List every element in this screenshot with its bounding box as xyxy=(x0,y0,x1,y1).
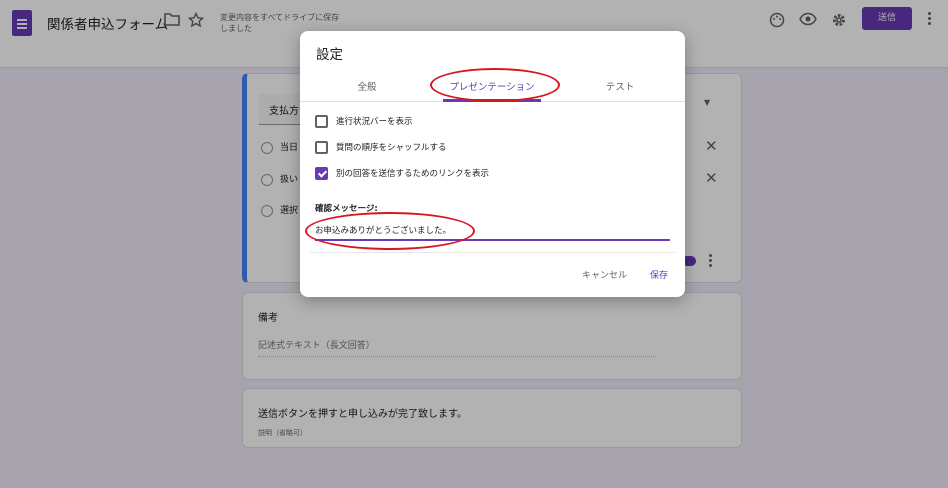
tab-general[interactable]: 全般 xyxy=(352,79,382,93)
shuffle-questions-checkbox-row[interactable]: 質問の順序をシャッフルする xyxy=(315,141,447,154)
annotation-ellipse-message xyxy=(305,212,475,250)
checkbox-icon[interactable] xyxy=(315,141,328,154)
annotation-ellipse-tab xyxy=(430,68,560,102)
checkbox-label: 質問の順序をシャッフルする xyxy=(336,143,447,153)
resubmit-link-checkbox-row[interactable]: 別の回答を送信するためのリンクを表示 xyxy=(315,167,489,180)
save-button[interactable]: 保存 xyxy=(650,268,668,281)
dialog-title: 設定 xyxy=(316,47,343,63)
checkbox-label: 別の回答を送信するためのリンクを表示 xyxy=(336,169,490,179)
progress-bar-checkbox-row[interactable]: 進行状況バーを表示 xyxy=(315,115,413,128)
tab-test[interactable]: テスト xyxy=(600,79,640,93)
checked-checkbox-icon[interactable] xyxy=(315,167,328,180)
checkbox-icon[interactable] xyxy=(315,115,328,128)
dialog-divider xyxy=(310,252,675,253)
checkbox-label: 進行状況バーを表示 xyxy=(336,117,413,127)
cancel-button[interactable]: キャンセル xyxy=(582,268,627,281)
